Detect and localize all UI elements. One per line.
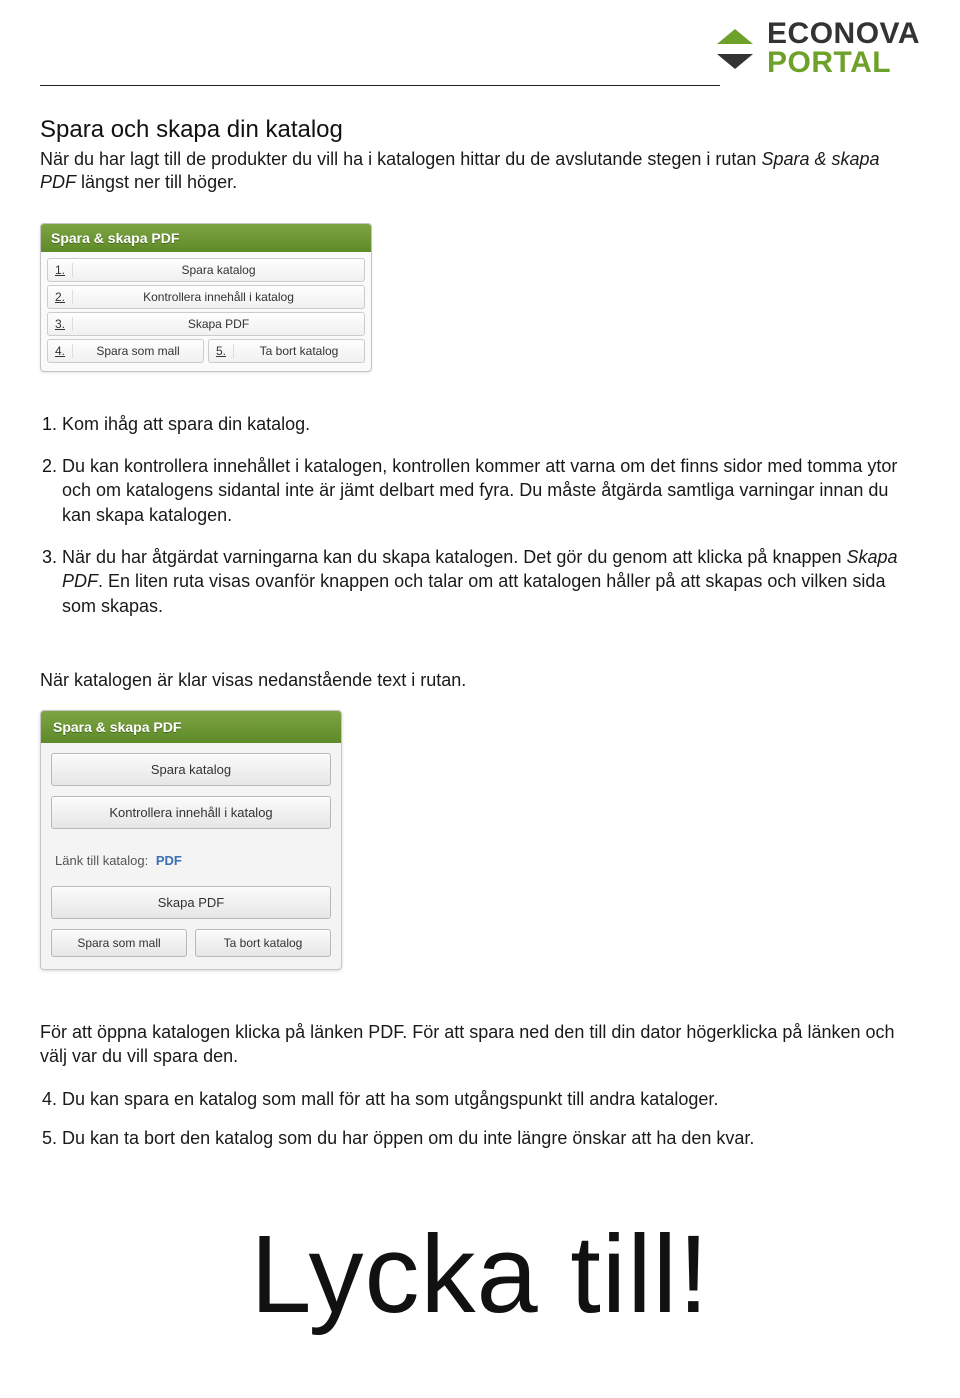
intro-paragraph: När du har lagt till de produkter du vil… <box>40 148 900 195</box>
step-row-5[interactable]: 5. Ta bort katalog <box>208 339 365 363</box>
pdf-link-row: Länk till katalog: PDF <box>51 839 331 886</box>
logo-line1: ECONOVA <box>767 20 920 49</box>
step-row-4[interactable]: 4. Spara som mall <box>47 339 204 363</box>
step-label: Spara som mall <box>73 344 203 358</box>
spara-katalog-button[interactable]: Spara katalog <box>51 753 331 786</box>
page-header: ECONOVA PORTAL <box>40 20 920 77</box>
step-label: Skapa PDF <box>73 317 364 331</box>
instruction-list: Kom ihåg att spara din katalog. Du kan k… <box>40 412 920 618</box>
list-item: Du kan kontrollera innehållet i kataloge… <box>62 454 920 527</box>
list-item: Du kan spara en katalog som mall för att… <box>62 1087 920 1112</box>
step-number: 5. <box>209 344 234 358</box>
panel-header: Spara & skapa PDF <box>41 711 341 743</box>
divider <box>40 85 720 86</box>
pdf-link[interactable]: PDF <box>156 853 182 868</box>
list-item: Du kan ta bort den katalog som du har öp… <box>62 1126 920 1151</box>
kontrollera-button[interactable]: Kontrollera innehåll i katalog <box>51 796 331 829</box>
step-number: 3. <box>48 317 73 331</box>
spara-som-mall-button[interactable]: Spara som mall <box>51 929 187 957</box>
step-label: Kontrollera innehåll i katalog <box>73 290 364 304</box>
mid-paragraph: När katalogen är klar visas nedanstående… <box>40 668 920 692</box>
logo-line2: PORTAL <box>767 49 920 78</box>
li3-a: När du har åtgärdat varningarna kan du s… <box>62 547 847 567</box>
step-row-2[interactable]: 2. Kontrollera innehåll i katalog <box>47 285 365 309</box>
step-number: 2. <box>48 290 73 304</box>
spara-skapa-large-panel: Spara & skapa PDF Spara katalog Kontroll… <box>40 710 342 970</box>
step-label: Spara katalog <box>73 263 364 277</box>
tail-list: Du kan spara en katalog som mall för att… <box>40 1087 920 1151</box>
step-number: 1. <box>48 263 73 277</box>
step-row-1[interactable]: 1. Spara katalog <box>47 258 365 282</box>
intro-text-a: När du har lagt till de produkter du vil… <box>40 149 761 169</box>
after-widget-paragraph: För att öppna katalogen klicka på länken… <box>40 1020 920 1069</box>
list-item: Kom ihåg att spara din katalog. <box>62 412 920 436</box>
panel-header: Spara & skapa PDF <box>41 224 371 252</box>
li3-b: . En liten ruta visas ovanför knappen oc… <box>62 571 885 615</box>
step-row-3[interactable]: 3. Skapa PDF <box>47 312 365 336</box>
link-label: Länk till katalog: <box>55 853 148 868</box>
intro-text-b: längst ner till höger. <box>76 172 237 192</box>
logo-icon <box>713 27 757 71</box>
spara-skapa-small-panel: Spara & skapa PDF 1. Spara katalog 2. Ko… <box>40 223 372 372</box>
finale-text: Lycka till! <box>40 1211 920 1338</box>
step-label: Ta bort katalog <box>234 344 364 358</box>
section-title: Spara och skapa din katalog <box>40 116 920 144</box>
step-number: 4. <box>48 344 73 358</box>
logo: ECONOVA PORTAL <box>713 20 920 77</box>
skapa-pdf-button[interactable]: Skapa PDF <box>51 886 331 919</box>
ta-bort-katalog-button[interactable]: Ta bort katalog <box>195 929 331 957</box>
list-item: När du har åtgärdat varningarna kan du s… <box>62 545 920 618</box>
